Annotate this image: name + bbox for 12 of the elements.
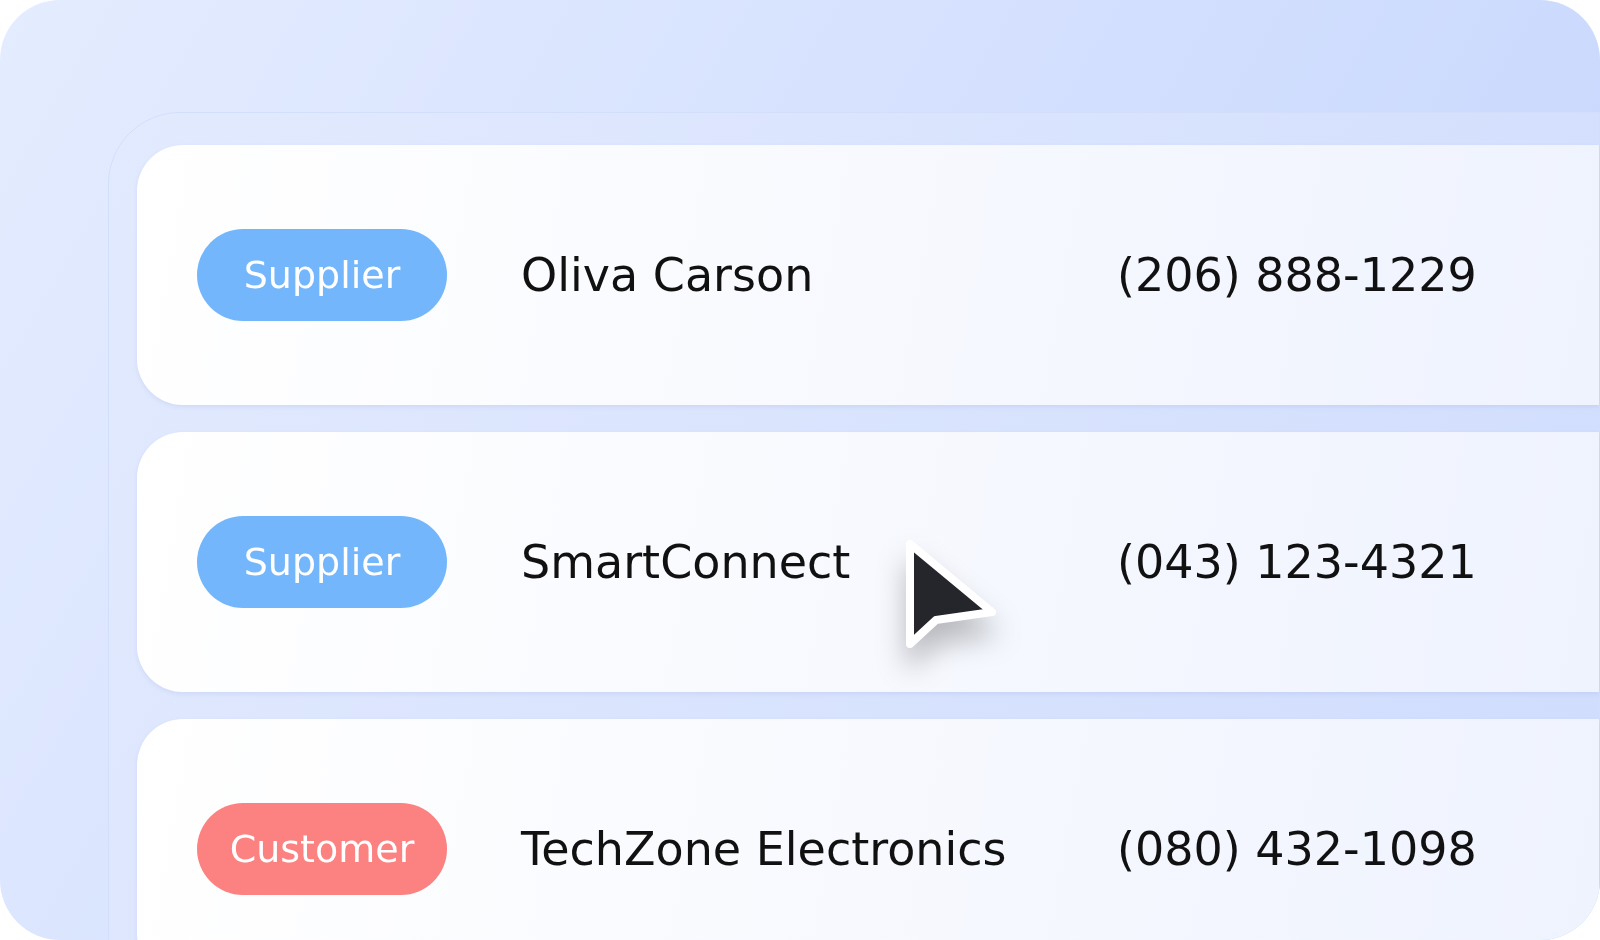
- contact-card[interactable]: Supplier SmartConnect (043) 123-4321: [137, 432, 1599, 692]
- phone-number: (206) 888-1229: [1117, 248, 1477, 302]
- phone-number: (080) 432-1098: [1117, 822, 1477, 876]
- phone-number: (043) 123-4321: [1117, 535, 1477, 589]
- contact-name: TechZone Electronics: [521, 822, 1008, 876]
- contact-card[interactable]: Customer TechZone Electronics (080) 432-1098: [137, 719, 1599, 940]
- tag: Supplier: [197, 516, 447, 608]
- tag: Supplier: [197, 229, 447, 321]
- contact-card[interactable]: Supplier Oliva Carson (206) 888-1229: [137, 145, 1599, 405]
- tag: Customer: [197, 803, 447, 895]
- contact-name: SmartConnect: [521, 535, 852, 589]
- contact-name: Oliva Carson: [521, 248, 815, 302]
